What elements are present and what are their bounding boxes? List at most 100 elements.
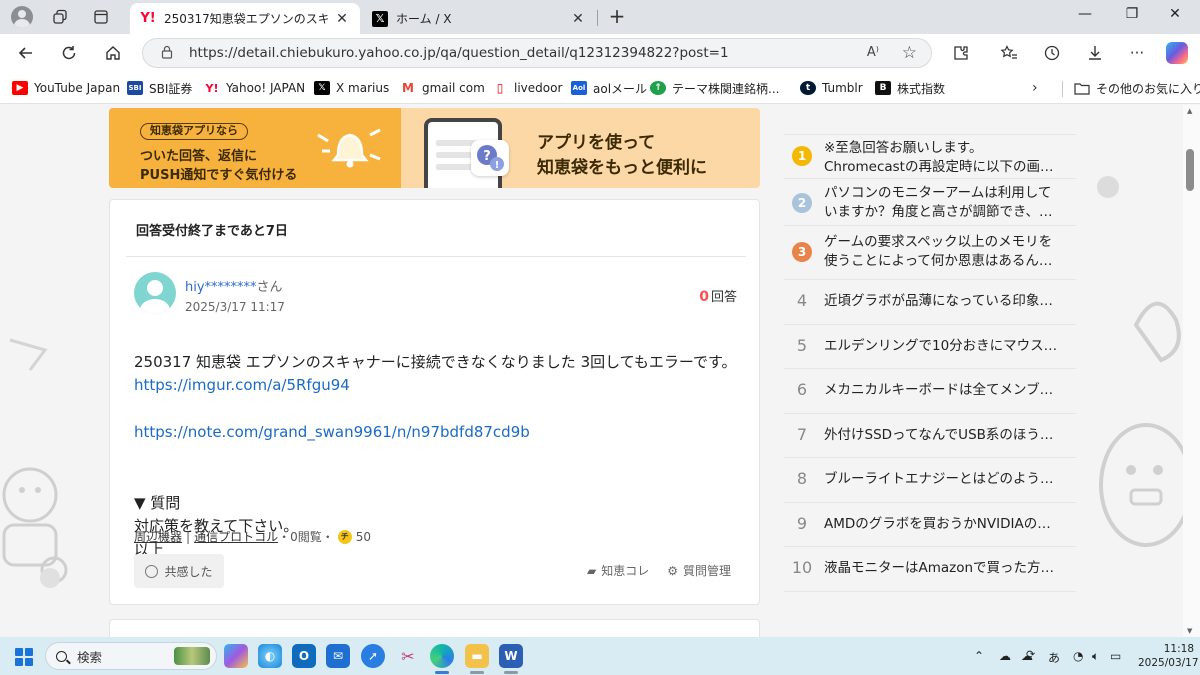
system-clock[interactable]: 11:18 2025/03/17 <box>1138 642 1199 670</box>
address-bar[interactable]: https://detail.chiebukuro.yahoo.co.jp/qa… <box>142 38 932 68</box>
bookmark-label: aolメール <box>593 81 648 96</box>
lock-icon[interactable] <box>161 45 175 62</box>
browser-toolbar: https://detail.chiebukuro.yahoo.co.jp/qa… <box>0 34 1200 72</box>
start-button[interactable] <box>15 648 33 666</box>
scrollbar-thumb[interactable] <box>1186 149 1194 191</box>
sync-icon[interactable]: ⟳ <box>1026 648 1035 661</box>
tray-chevron-icon[interactable]: ⌃ <box>974 649 984 663</box>
onedrive-icon[interactable]: ☁ <box>999 649 1011 663</box>
close-window-button[interactable]: ✕ <box>1163 6 1187 28</box>
ranking-item-3[interactable]: 3 ゲームの要求スペック以上のメモリを 使うことによって何か恩恵はあるん… <box>784 226 1076 280</box>
bookmark-sbi[interactable]: SBI SBI証券 <box>127 80 192 96</box>
rank-badge: 1 <box>792 146 812 166</box>
bookmark-livedoor[interactable]: ▯ livedoor <box>492 80 563 96</box>
bookmark-label: X marius <box>336 81 390 95</box>
ranking-item-5[interactable]: 5 エルデンリングで10分おきにマウス… <box>784 325 1076 369</box>
rank-number: 4 <box>796 291 808 310</box>
ranking-item-10[interactable]: 10 液晶モニターはAmazonで買った方… <box>784 547 1076 592</box>
taskbar-search[interactable]: 検索 <box>45 642 217 670</box>
refresh-button[interactable] <box>57 41 81 65</box>
favorite-star-icon[interactable]: ☆ <box>902 43 917 63</box>
ranking-line: ※至急回答お願いします。 <box>824 140 983 156</box>
url-text: https://detail.chiebukuro.yahoo.co.jp/qa… <box>189 45 729 61</box>
ranking-item-8[interactable]: 8 ブルーライトエナジーとはどのよう… <box>784 458 1076 503</box>
bookmark-theme-stocks[interactable]: ↑ テーマ株 <box>650 80 720 96</box>
bookmark-related-stocks[interactable]: 関連銘柄... <box>720 80 779 96</box>
tag-protocol[interactable]: 通信プロトコル <box>194 528 278 545</box>
downloads-icon[interactable] <box>1084 42 1106 64</box>
browser-app-icon[interactable]: ◐ <box>258 644 282 668</box>
app-promo-banner[interactable]: 知恵袋アプリなら ついた回答、返信に PUSH通知ですぐ気付ける ? ! アプリ… <box>109 108 760 188</box>
questioner-name[interactable]: hiy********さん <box>185 276 283 295</box>
mascot-decoration-right <box>1086 165 1183 568</box>
page-scrollbar[interactable]: ▲ ▼ <box>1183 105 1200 637</box>
close-tab-icon[interactable]: ✕ <box>570 11 586 27</box>
question-card: 回答受付終了まであと7日 hiy********さん 2025/3/17 11:… <box>109 199 760 605</box>
favorites-icon[interactable] <box>998 42 1020 64</box>
outlook-app-icon[interactable]: O <box>292 644 316 668</box>
extensions-icon[interactable] <box>950 42 972 64</box>
profile-button[interactable] <box>10 5 34 29</box>
youtube-icon: ▶ <box>12 81 28 95</box>
battery-icon[interactable]: ▭ <box>1110 649 1121 663</box>
edge-app-icon[interactable] <box>430 644 454 668</box>
search-highlight-icon <box>174 647 210 665</box>
scroll-up-icon[interactable]: ▲ <box>1187 107 1192 115</box>
bookmark-tumblr[interactable]: t Tumblr <box>800 80 863 96</box>
ranking-item-1[interactable]: 1 ※至急回答お願いします。 Chromecastの再設定時に以下の画… <box>784 135 1076 179</box>
tab-x-home[interactable]: 𝕏 ホーム / X ✕ <box>362 3 596 34</box>
ranking-item-4[interactable]: 4 近頃グラボが品薄になっている印象… <box>784 280 1076 325</box>
bookmark-youtube[interactable]: ▶ YouTube Japan <box>12 80 120 96</box>
file-explorer-icon[interactable]: ▬ <box>465 644 489 668</box>
note-link[interactable]: https://note.com/grand_swan9961/n/n97bdf… <box>134 421 740 445</box>
minimize-button[interactable]: — <box>1073 6 1097 28</box>
mail-app-icon[interactable]: ✉ <box>326 644 350 668</box>
ranking-line: いますか？角度と高さが調節でき、… <box>824 204 1053 220</box>
copilot-icon[interactable] <box>1166 42 1188 64</box>
user-avatar[interactable] <box>134 272 176 314</box>
safari-app-icon[interactable]: ➚ <box>361 644 385 668</box>
close-tab-icon[interactable]: ✕ <box>334 11 350 27</box>
ranking-title: エルデンリングで10分おきにマウス… <box>824 337 1058 354</box>
ranking-item-9[interactable]: 9 AMDのグラボを買おうかNVIDIAの… <box>784 503 1076 547</box>
manage-question-button[interactable]: ⚙ 質問管理 <box>667 562 731 579</box>
new-tab-button[interactable]: + <box>606 5 628 27</box>
tab-chiebukuro[interactable]: Y! 250317知恵袋エプソンのスキャナーに接続できなくなりました ✕ <box>130 3 360 34</box>
tab-actions-icon[interactable] <box>89 5 113 29</box>
volume-icon[interactable]: 🔈︎ <box>1092 649 1099 664</box>
home-button[interactable] <box>101 41 125 65</box>
workspaces-icon[interactable] <box>48 5 72 29</box>
bookmark-stock-index[interactable]: B 株式指数 <box>875 80 945 96</box>
bookmark-gmail[interactable]: Mgmail com <box>400 80 485 96</box>
chevron-right-icon[interactable]: › <box>1032 80 1038 96</box>
bookmark-label: Tumblr <box>822 81 863 95</box>
word-app-icon[interactable]: W <box>499 644 523 668</box>
ranking-item-6[interactable]: 6 メカニカルキーボードは全てメンブ… <box>784 369 1076 414</box>
read-aloud-icon[interactable]: A⁾ <box>867 45 879 60</box>
ime-indicator[interactable]: あ <box>1048 649 1060 666</box>
divider <box>126 256 746 257</box>
answer-count: 0 回答 <box>699 286 737 305</box>
bookmark-yahoo[interactable]: Y! Yahoo! JAPAN <box>204 80 306 96</box>
ranking-item-7[interactable]: 7 外付けSSDってなんでUSB系のほう… <box>784 414 1076 458</box>
ranking-item-2[interactable]: 2 パソコンのモニターアームは利用して いますか？角度と高さが調節でき、… <box>784 179 1076 226</box>
more-menu-icon[interactable]: ··· <box>1126 42 1148 64</box>
bell-icon <box>314 121 384 178</box>
bookmark-aol[interactable]: Aol aolメール <box>571 80 647 96</box>
history-icon[interactable] <box>1041 42 1063 64</box>
banner-pill: 知恵袋アプリなら <box>140 123 248 140</box>
bookmark-x-marius[interactable]: 𝕏 X marius <box>314 80 389 96</box>
chiekore-button[interactable]: ▰ 知恵コレ <box>587 562 649 579</box>
wifi-icon[interactable]: ◔ <box>1073 649 1083 663</box>
back-button[interactable] <box>14 41 38 65</box>
scroll-down-icon[interactable]: ▼ <box>1187 627 1192 635</box>
theme-stocks-icon: ↑ <box>650 81 666 95</box>
snipping-tool-icon[interactable]: ✂ <box>396 644 420 668</box>
other-favorites-folder[interactable]: その他のお気に入り <box>1074 80 1200 96</box>
ranking-line: 使うことによって何か恩恵はあるん… <box>824 253 1053 269</box>
copilot-app-icon[interactable] <box>224 644 248 668</box>
tag-peripherals[interactable]: 周辺機器 <box>134 528 182 545</box>
imgur-link[interactable]: https://imgur.com/a/5Rfgu94 <box>134 374 740 398</box>
empathy-button[interactable]: 共感した <box>134 554 224 588</box>
restore-button[interactable]: ❐ <box>1120 6 1144 28</box>
